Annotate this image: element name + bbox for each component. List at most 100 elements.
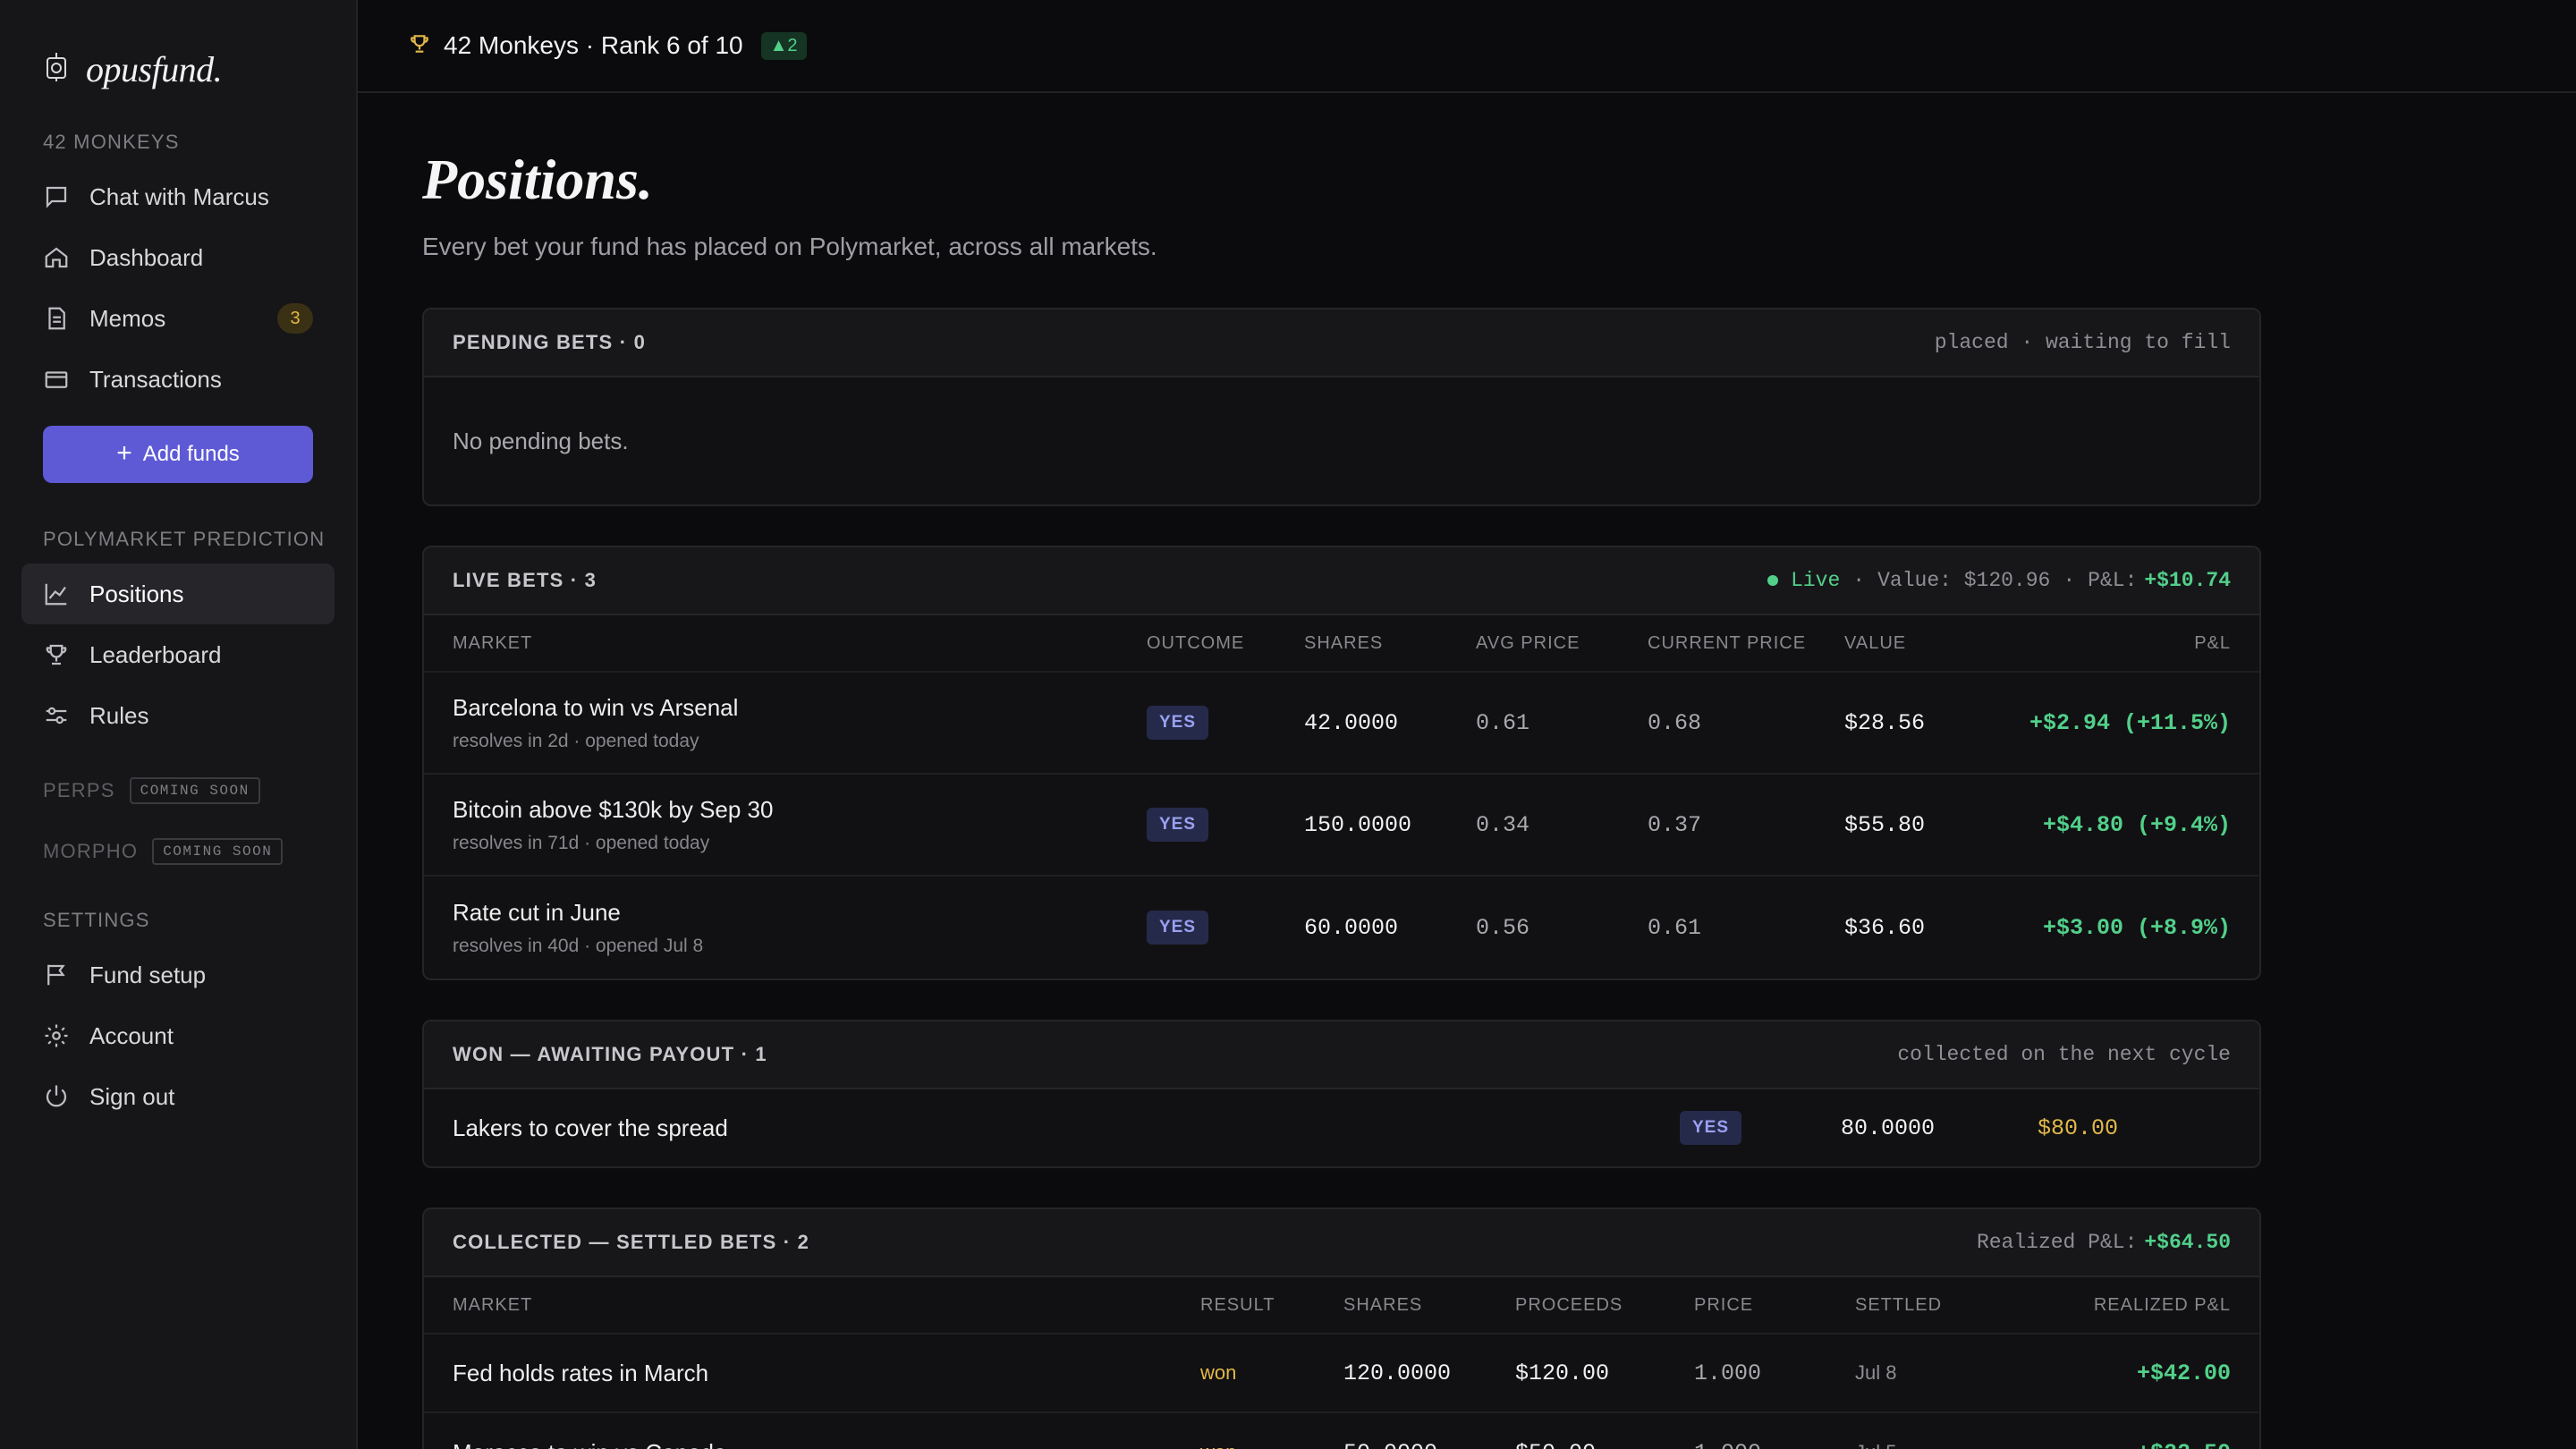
price-cell: 1.000 xyxy=(1694,1360,1762,1386)
sidebar-item-account[interactable]: Account xyxy=(21,1005,335,1066)
realized-pnl-cell: +$42.00 xyxy=(2136,1360,2231,1386)
settled-cell: Jul 8 xyxy=(1855,1361,1897,1384)
document-icon xyxy=(48,307,65,330)
live-pnl-label: P&L: xyxy=(2088,569,2138,592)
value-cell: $36.60 xyxy=(1844,914,1926,941)
market-subtext: resolves in 2d · opened today xyxy=(453,730,699,751)
sidebar-item-label: Leaderboard xyxy=(89,640,222,668)
sidebar-item-leaderboard[interactable]: Leaderboard xyxy=(21,624,335,685)
card-title: LIVE BETS · 3 xyxy=(453,569,597,591)
table-row[interactable]: Bitcoin above $130k by Sep 30 resolves i… xyxy=(424,775,2259,877)
coming-soon-badge: COMING SOON xyxy=(129,777,260,804)
section-label-polymarket: POLYMARKET PREDICTION xyxy=(43,528,326,550)
outcome-cell: YES xyxy=(1147,706,1304,740)
market-cell: Barcelona to win vs Arsenal resolves in … xyxy=(453,694,1147,752)
logo-icon xyxy=(43,52,70,87)
pending-bets-card: PENDING BETS · 0 placed · waiting to fil… xyxy=(422,308,2261,506)
separator: · xyxy=(1852,569,1866,592)
market-cell: Rate cut in June resolves in 40d · opene… xyxy=(453,899,1147,957)
market-name: Morocco to win vs Canada xyxy=(453,1439,1200,1449)
sliders-icon xyxy=(46,707,67,724)
card-title: WON — AWAITING PAYOUT · 1 xyxy=(453,1043,767,1065)
sidebar-item-chat[interactable]: Chat with Marcus xyxy=(21,166,335,227)
payout-cell: $80.00 xyxy=(2038,1114,2119,1141)
shares-cell: 80.0000 xyxy=(1841,1114,1936,1141)
sidebar-item-fund-setup[interactable]: Fund setup xyxy=(21,945,335,1005)
outcome-cell: YES xyxy=(1147,911,1304,945)
market-name: Rate cut in June xyxy=(453,898,621,926)
outcome-badge: YES xyxy=(1147,911,1209,945)
live-dot-icon xyxy=(1767,575,1779,586)
sidebar-item-label: Chat with Marcus xyxy=(89,182,269,210)
sidebar-item-label: Rules xyxy=(89,701,149,729)
table-header: MARKET RESULT SHARES PROCEEDS PRICE SETT… xyxy=(424,1277,2259,1335)
card-meta: Live · Value: $120.96 · P&L: +$10.74 xyxy=(1767,569,2231,592)
section-label-settings: SETTINGS xyxy=(43,909,150,931)
sidebar-item-label: Dashboard xyxy=(89,243,204,271)
card-header: PENDING BETS · 0 placed · waiting to fil… xyxy=(424,309,2259,377)
card-header: WON — AWAITING PAYOUT · 1 collected on t… xyxy=(424,1021,2259,1089)
sidebar-item-memos[interactable]: Memos 3 xyxy=(21,288,335,349)
avg-price-cell: 0.34 xyxy=(1476,811,1530,838)
brand[interactable]: opusfund. xyxy=(21,47,335,91)
trophy-icon xyxy=(408,32,431,60)
content: Positions. Every bet your fund has place… xyxy=(358,93,2261,1449)
sidebar-item-transactions[interactable]: Transactions xyxy=(21,349,335,410)
shares-cell: 42.0000 xyxy=(1304,709,1399,736)
sidebar-item-dashboard[interactable]: Dashboard xyxy=(21,227,335,288)
page-title: Positions. xyxy=(422,148,653,211)
sidebar-item-label: Positions xyxy=(89,580,184,607)
brand-name: opusfund. xyxy=(86,48,223,89)
outcome-cell: YES xyxy=(1147,808,1304,842)
value-cell: $55.80 xyxy=(1844,811,1926,838)
table-row[interactable]: Fed holds rates in March won 120.0000 $1… xyxy=(424,1335,2259,1413)
outcome-badge: YES xyxy=(1680,1111,1742,1145)
table-row[interactable]: Morocco to win vs Canada won 50.0000 $50… xyxy=(424,1413,2259,1449)
add-funds-button[interactable]: + Add funds xyxy=(43,426,313,483)
market-subtext: resolves in 40d · opened Jul 8 xyxy=(453,935,704,956)
flag-icon xyxy=(47,964,65,986)
plus-icon: + xyxy=(116,437,132,468)
card-meta: Realized P&L: +$64.50 xyxy=(1977,1231,2231,1254)
shares-cell: 50.0000 xyxy=(1343,1440,1515,1449)
coming-soon-badge: COMING SOON xyxy=(152,838,284,865)
sidebar-item-label: Fund setup xyxy=(89,961,207,988)
outcome-cell: YES xyxy=(1680,1111,1841,1145)
card-meta: placed · waiting to fill xyxy=(1934,331,2231,354)
shares-cell: 150.0000 xyxy=(1304,811,1412,838)
card-meta: collected on the next cycle xyxy=(1897,1043,2231,1066)
morpho-row: MORPHO COMING SOON xyxy=(21,837,335,866)
column-header: P&L xyxy=(2194,632,2231,653)
current-price-cell: 0.61 xyxy=(1648,914,1702,941)
table-row[interactable]: Rate cut in June resolves in 40d · opene… xyxy=(424,877,2259,979)
trophy-icon xyxy=(46,644,67,665)
table-row[interactable]: Barcelona to win vs Arsenal resolves in … xyxy=(424,673,2259,775)
outcome-badge: YES xyxy=(1147,808,1209,842)
avg-price-cell: 0.56 xyxy=(1476,914,1530,941)
column-header: MARKET xyxy=(453,632,533,653)
sidebar-item-positions[interactable]: Positions xyxy=(21,564,335,624)
proceeds-cell: $120.00 xyxy=(1515,1360,1610,1386)
collected-settled-card: COLLECTED — SETTLED BETS · 2 Realized P&… xyxy=(422,1208,2261,1449)
column-header: PRICE xyxy=(1694,1294,1754,1315)
column-header: OUTCOME xyxy=(1147,632,1245,653)
table-header: MARKET OUTCOME SHARES AVG PRICE CURRENT … xyxy=(424,615,2259,673)
proceeds-cell: $50.00 xyxy=(1515,1440,1694,1449)
sidebar-item-sign-out[interactable]: Sign out xyxy=(21,1066,335,1127)
live-value: Value: $120.96 xyxy=(1877,569,2051,592)
add-funds-label: Add funds xyxy=(142,442,240,466)
market-name: Lakers to cover the spread xyxy=(453,1114,728,1141)
card-header: LIVE BETS · 3 Live · Value: $120.96 · P&… xyxy=(424,547,2259,615)
sidebar: opusfund. 42 MONKEYS Chat with Marcus Da… xyxy=(0,0,358,1449)
outcome-badge: YES xyxy=(1147,706,1209,740)
table-row[interactable]: Lakers to cover the spread YES 80.0000 $… xyxy=(424,1089,2259,1166)
market-name: Fed holds rates in March xyxy=(453,1359,709,1386)
column-header: SETTLED xyxy=(1855,1294,1943,1315)
card-title: PENDING BETS · 0 xyxy=(453,331,647,353)
won-awaiting-payout-card: WON — AWAITING PAYOUT · 1 collected on t… xyxy=(422,1020,2261,1168)
sidebar-item-label: Sign out xyxy=(89,1082,175,1110)
column-header: MARKET xyxy=(453,1294,533,1315)
pnl-cell: +$2.94 (+11.5%) xyxy=(2029,709,2231,736)
sidebar-item-rules[interactable]: Rules xyxy=(21,685,335,746)
result-cell: won xyxy=(1200,1441,1343,1449)
